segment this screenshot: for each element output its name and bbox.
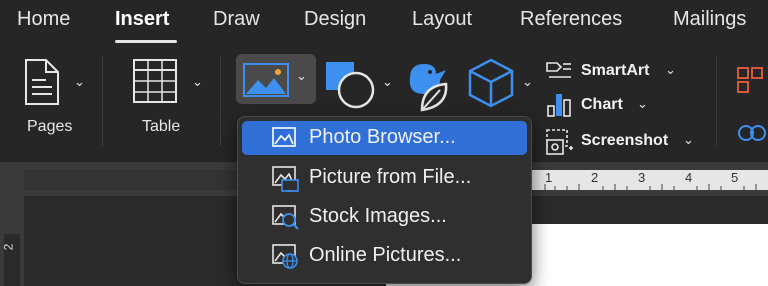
- tab-home[interactable]: Home: [17, 8, 70, 31]
- pages-icon[interactable]: [22, 58, 62, 106]
- smartart-icon[interactable]: [545, 59, 573, 83]
- ribbon-tab-bar: Home Insert Draw Design Layout Reference…: [0, 0, 768, 46]
- add-ins-icon[interactable]: [736, 66, 766, 96]
- divider: [102, 56, 103, 146]
- online-pictures-icon: [272, 244, 298, 269]
- tab-draw[interactable]: Draw: [213, 8, 260, 31]
- ruler-number: 3: [638, 170, 646, 185]
- ruler-number: 2: [1, 243, 16, 251]
- menu-item-label: Online Pictures...: [309, 244, 462, 266]
- menu-item-stock-images[interactable]: Stock Images...: [242, 200, 527, 234]
- pictures-button[interactable]: ⌄: [236, 54, 316, 104]
- shapes-icon[interactable]: [322, 58, 378, 110]
- active-tab-indicator: [115, 40, 177, 43]
- tab-design[interactable]: Design: [304, 8, 366, 31]
- table-chevron-down-icon[interactable]: ⌄: [192, 74, 203, 90]
- tab-mailings[interactable]: Mailings: [673, 8, 746, 31]
- tab-insert[interactable]: Insert: [115, 8, 169, 31]
- ruler-number: 5: [731, 170, 739, 185]
- divider: [220, 56, 221, 146]
- menu-item-label: Picture from File...: [309, 166, 472, 188]
- pictures-icon: [243, 63, 289, 97]
- picture-from-file-icon: [272, 166, 299, 192]
- ruler-number: 2: [591, 170, 599, 185]
- pages-label[interactable]: Pages: [27, 118, 72, 136]
- chart-label[interactable]: Chart: [581, 96, 623, 114]
- photo-browser-icon: [272, 127, 296, 147]
- shapes-chevron-down-icon[interactable]: ⌄: [382, 74, 393, 90]
- stock-images-icon: [272, 205, 299, 230]
- smartart-chevron-down-icon[interactable]: ⌄: [665, 62, 676, 78]
- 3d-models-icon[interactable]: [466, 56, 516, 110]
- menu-item-label: Photo Browser...: [309, 126, 456, 148]
- icons-icon[interactable]: [402, 56, 454, 112]
- menu-item-label: Stock Images...: [309, 205, 447, 227]
- pictures-dropdown-menu: Photo Browser... Picture from File... St…: [237, 116, 532, 284]
- menu-item-online-pictures[interactable]: Online Pictures...: [242, 239, 527, 273]
- screenshot-label[interactable]: Screenshot: [581, 132, 668, 150]
- table-label[interactable]: Table: [142, 118, 180, 136]
- chart-chevron-down-icon[interactable]: ⌄: [637, 96, 648, 112]
- tab-references[interactable]: References: [520, 8, 622, 31]
- menu-item-photo-browser[interactable]: Photo Browser...: [242, 121, 527, 155]
- divider: [716, 56, 717, 146]
- 3d-models-chevron-down-icon[interactable]: ⌄: [522, 74, 533, 90]
- ruler-number: 4: [685, 170, 693, 185]
- tab-layout[interactable]: Layout: [412, 8, 472, 31]
- screenshot-chevron-down-icon[interactable]: ⌄: [683, 132, 694, 148]
- smartart-label[interactable]: SmartArt: [581, 62, 649, 80]
- links-icon[interactable]: [736, 120, 768, 146]
- vertical-ruler[interactable]: 2: [0, 162, 24, 286]
- ruler-number: 1: [545, 170, 553, 185]
- pictures-chevron-down-icon[interactable]: ⌄: [296, 68, 307, 84]
- menu-item-picture-from-file[interactable]: Picture from File...: [242, 161, 527, 195]
- chart-icon[interactable]: [546, 92, 572, 118]
- screenshot-icon[interactable]: [545, 128, 575, 156]
- pages-chevron-down-icon[interactable]: ⌄: [74, 74, 85, 90]
- table-icon[interactable]: [132, 58, 178, 104]
